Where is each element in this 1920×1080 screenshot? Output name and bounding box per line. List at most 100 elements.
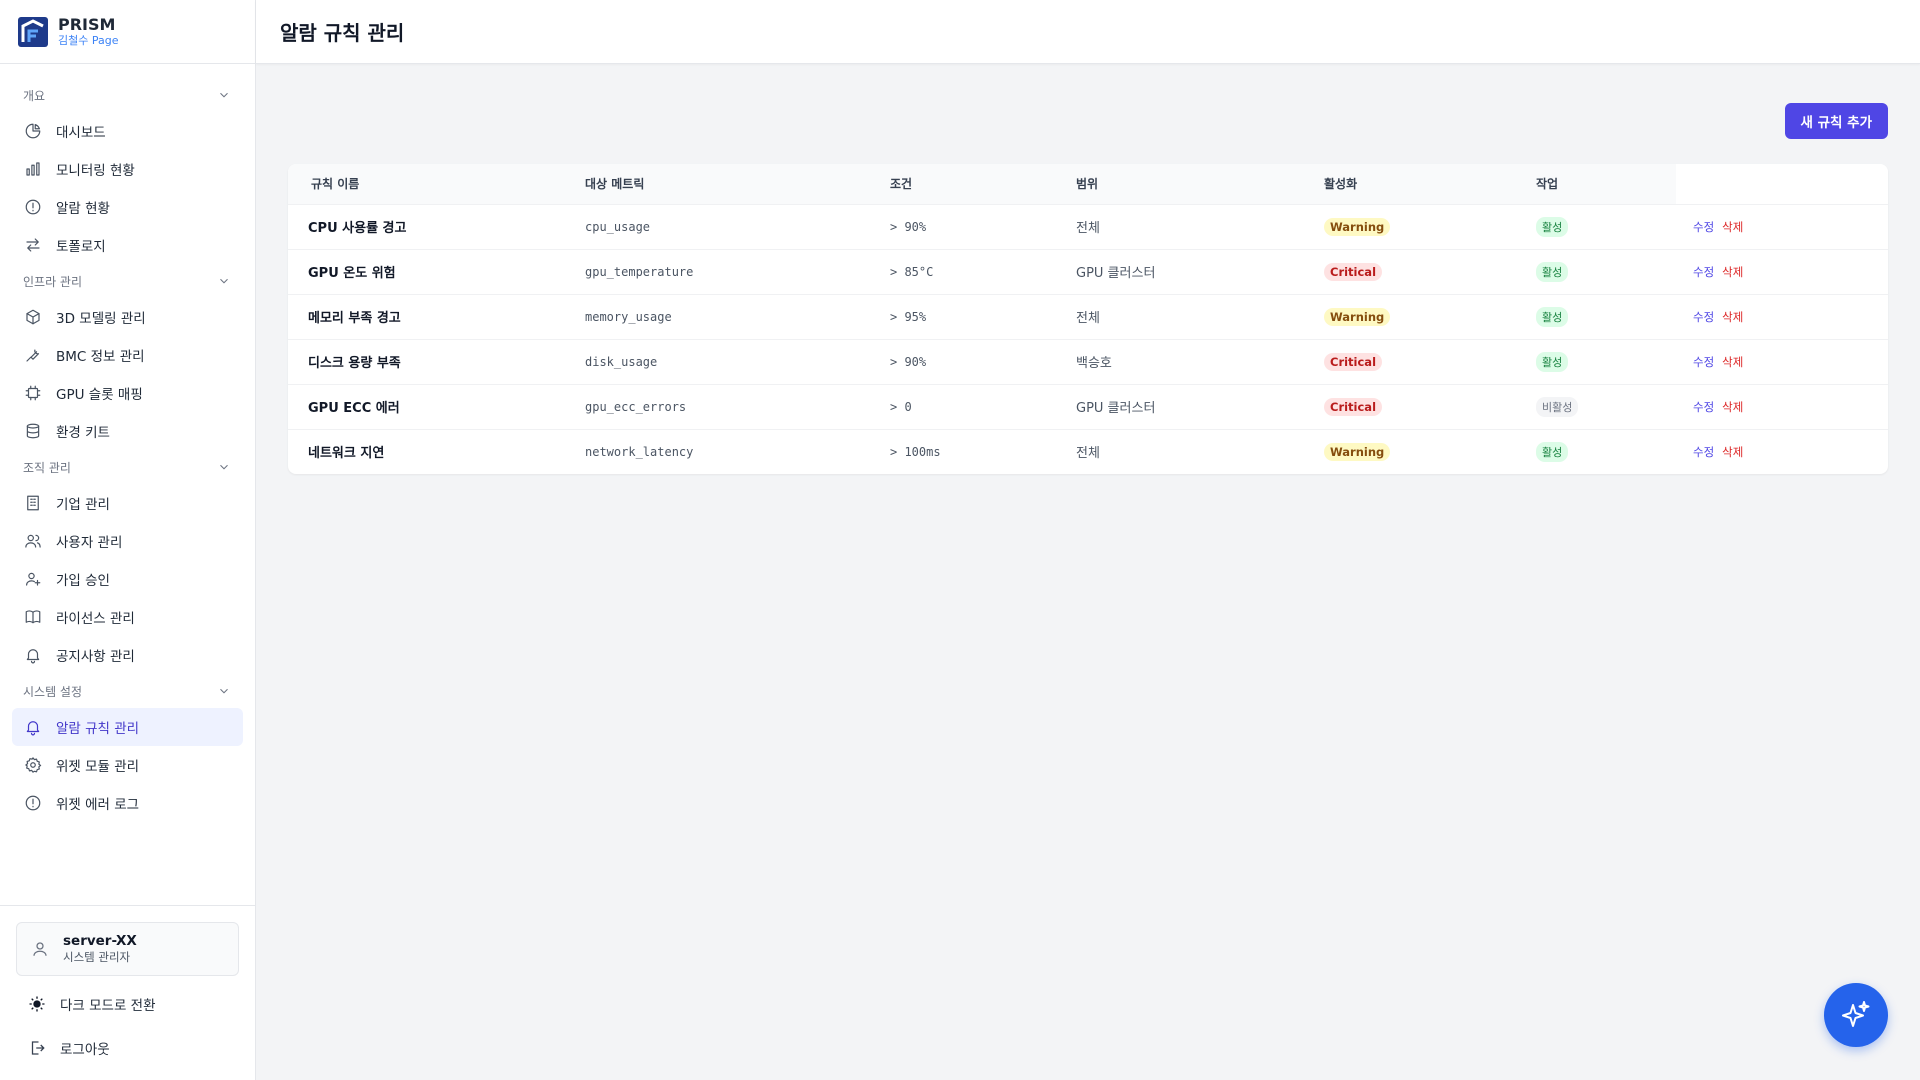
rule-metric: memory_usage (568, 293, 873, 339)
status-badge[interactable]: 활성 (1536, 351, 1569, 372)
sidebar-item-label: 위젯 에러 로그 (56, 797, 140, 813)
rule-metric: cpu_usage (568, 203, 873, 249)
sidebar-item[interactable]: 기업 관리 (12, 484, 243, 522)
sidebar-item-label: 대시보드 (56, 125, 106, 141)
status-badge[interactable]: 활성 (1536, 441, 1569, 462)
rule-metric: network_latency (568, 428, 873, 474)
edit-button[interactable]: 수정 (1693, 310, 1714, 324)
sidebar: PRISM 김철수 Page 개요대시보드모니터링 현황알람 현황토폴로지인프라… (0, 0, 256, 1080)
add-rule-button[interactable]: 새 규칙 추가 (1784, 103, 1888, 139)
sidebar-item[interactable]: 위젯 에러 로그 (12, 784, 243, 822)
gear-icon (25, 757, 42, 773)
delete-button[interactable]: 삭제 (1722, 355, 1743, 369)
severity-badge: Warning (1324, 307, 1391, 326)
delete-button[interactable]: 삭제 (1722, 265, 1743, 279)
rule-condition: > 85°C (873, 248, 1059, 294)
rule-condition: > 0 (873, 383, 1059, 429)
delete-button[interactable]: 삭제 (1722, 445, 1743, 459)
logout-icon (31, 1041, 45, 1055)
sidebar-item-label: 알람 현황 (56, 201, 110, 217)
severity-badge: Warning (1324, 217, 1391, 236)
sidebar-item[interactable]: 알람 현황 (12, 188, 243, 226)
sidebar-section-header[interactable]: 인프라 관리 (12, 264, 243, 298)
status-badge[interactable]: 활성 (1536, 216, 1569, 237)
sidebar-item[interactable]: 모니터링 현황 (12, 150, 243, 188)
user-card[interactable]: server-XX 시스템 관리자 (16, 922, 239, 976)
column-header-rule-name: 규칙 이름 (311, 177, 360, 192)
status-badge[interactable]: 활성 (1536, 261, 1569, 282)
sidebar-item-label: 알람 규칙 관리 (56, 721, 140, 737)
rule-name: 메모리 부족 경고 (288, 293, 568, 339)
status-badge[interactable]: 활성 (1536, 306, 1569, 327)
sidebar-item-label: 토폴로지 (56, 239, 106, 255)
sidebar-item-label: 가입 승인 (56, 573, 110, 589)
column-header-scope: 범위 (1076, 177, 1099, 192)
sidebar-item-label: 공지사항 관리 (56, 649, 135, 665)
sidebar-section-label: 조직 관리 (23, 460, 71, 475)
cube-icon (26, 309, 40, 325)
book-icon (25, 610, 41, 624)
user-name: server-XX (63, 933, 137, 949)
delete-button[interactable]: 삭제 (1722, 310, 1743, 324)
rule-name: GPU ECC 에러 (288, 383, 568, 429)
rule-scope: GPU 클러스터 (1059, 383, 1307, 429)
status-badge[interactable]: 비활성 (1536, 396, 1579, 417)
sidebar-item[interactable]: 사용자 관리 (12, 522, 243, 560)
sidebar-item[interactable]: 3D 모델링 관리 (12, 298, 243, 336)
edit-button[interactable]: 수정 (1693, 265, 1714, 279)
sidebar-item[interactable]: 공지사항 관리 (12, 636, 243, 674)
rule-scope: 전체 (1059, 293, 1307, 339)
rule-condition: > 100ms (873, 428, 1059, 474)
sidebar-section-header[interactable]: 시스템 설정 (12, 674, 243, 708)
delete-button[interactable]: 삭제 (1722, 400, 1743, 414)
sidebar-item[interactable]: BMC 정보 관리 (12, 336, 243, 374)
sidebar-item-label: 3D 모델링 관리 (56, 311, 146, 327)
edit-button[interactable]: 수정 (1693, 220, 1714, 234)
rule-scope: 전체 (1059, 428, 1307, 474)
table-row: 네트워크 지연 network_latency > 100ms 전체 Warning 활성… (288, 428, 1888, 474)
sidebar-item-label: BMC 정보 관리 (56, 349, 145, 365)
sidebar-item-label: GPU 슬롯 매핑 (56, 387, 143, 403)
sidebar-item[interactable]: 알람 규칙 관리 (12, 708, 243, 746)
alert-circle-icon (25, 199, 41, 215)
logout-label: 로그아웃 (60, 1042, 110, 1058)
top-header: 알람 규칙 관리 (256, 0, 1920, 64)
sidebar-footer: server-XX 시스템 관리자 다크 모드로 전환 로그아웃 (0, 905, 255, 1080)
rule-metric: disk_usage (568, 338, 873, 384)
brand[interactable]: PRISM 김철수 Page (0, 0, 255, 64)
dark-mode-label: 다크 모드로 전환 (60, 998, 156, 1014)
severity-badge: Critical (1324, 262, 1383, 281)
sidebar-item[interactable]: 가입 승인 (12, 560, 243, 598)
sidebar-item[interactable]: 위젯 모듈 관리 (12, 746, 243, 784)
delete-button[interactable]: 삭제 (1722, 220, 1743, 234)
table-body: CPU 사용률 경고 cpu_usage > 90% 전체 Warning 활성 수정 삭제 G… (288, 203, 1888, 474)
sidebar-item[interactable]: GPU 슬롯 매핑 (12, 374, 243, 412)
logout-button[interactable]: 로그아웃 (16, 1026, 239, 1070)
rule-name: 네트워크 지연 (288, 428, 568, 474)
sidebar-item[interactable]: 라이선스 관리 (12, 598, 243, 636)
sidebar-nav: 개요대시보드모니터링 현황알람 현황토폴로지인프라 관리 3D 모델링 관리 BMC… (0, 64, 255, 822)
pie-chart-icon (25, 123, 41, 139)
table-row: 메모리 부족 경고 memory_usage > 95% 전체 Warning 활성 수정 삭… (288, 293, 1888, 339)
sidebar-item[interactable]: 대시보드 (12, 112, 243, 150)
edit-button[interactable]: 수정 (1693, 445, 1714, 459)
bell-icon (26, 649, 40, 664)
sidebar-section-header[interactable]: 개요 (12, 78, 243, 112)
dark-mode-toggle[interactable]: 다크 모드로 전환 (16, 982, 239, 1026)
sidebar-section-header[interactable]: 조직 관리 (12, 450, 243, 484)
table-row: GPU ECC 에러 gpu_ecc_errors > 0 GPU 클러스터 Criti… (288, 383, 1888, 429)
edit-button[interactable]: 수정 (1693, 355, 1714, 369)
sidebar-item[interactable]: 토폴로지 (12, 226, 243, 264)
rule-scope: GPU 클러스터 (1059, 248, 1307, 294)
sidebar-item[interactable]: 환경 키트 (12, 412, 243, 450)
main-content: 새 규칙 추가 규칙 이름 대상 메트릭 조건 범위 활성화 작업 CPU 사용… (288, 64, 1888, 474)
sidebar-section-label: 인프라 관리 (23, 274, 83, 289)
user-icon (33, 942, 47, 956)
rule-condition: > 90% (873, 338, 1059, 384)
ai-assistant-button[interactable] (1824, 983, 1888, 1047)
edit-button[interactable]: 수정 (1693, 400, 1714, 414)
rule-scope: 백승호 (1059, 338, 1307, 384)
sidebar-item-label: 환경 키트 (56, 425, 110, 441)
sidebar-section-label: 시스템 설정 (23, 684, 83, 699)
column-header-condition: 조건 (890, 177, 913, 192)
